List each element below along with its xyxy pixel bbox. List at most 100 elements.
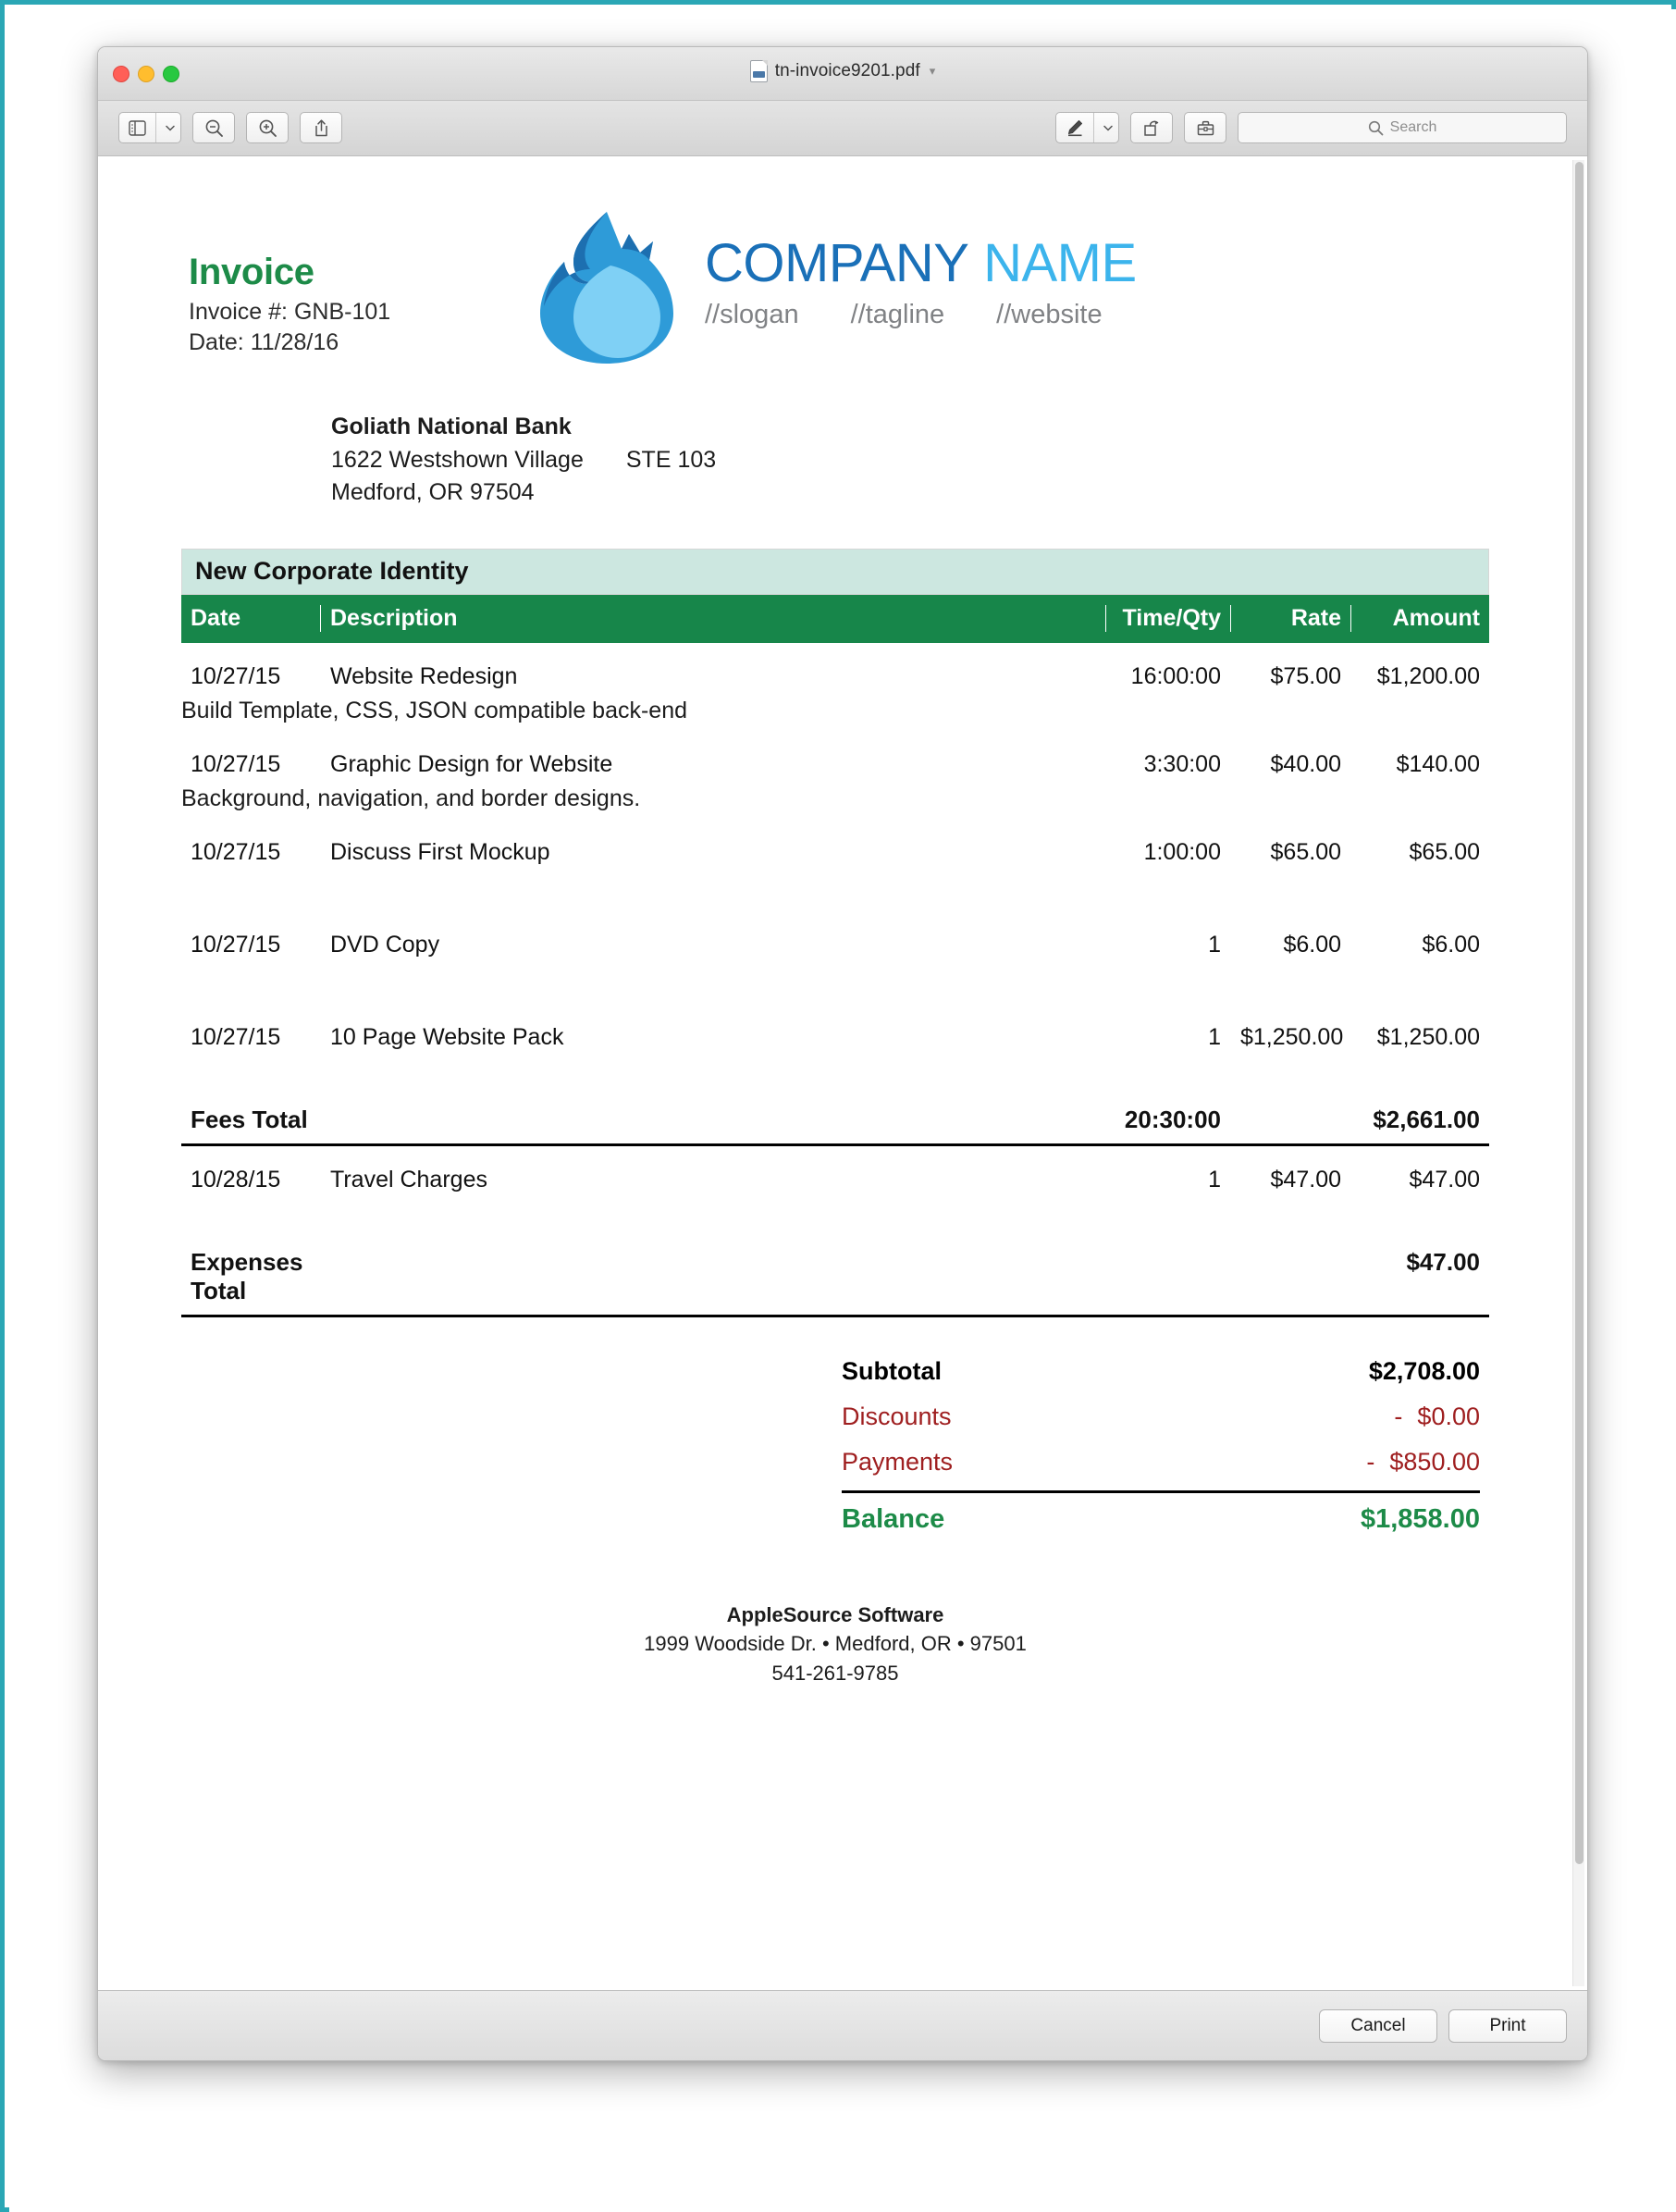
cell-description: Discuss First Mockup bbox=[320, 838, 1105, 866]
rotate-icon bbox=[1143, 119, 1158, 136]
payments-value: $850.00 bbox=[1389, 1447, 1480, 1476]
sidebar-icon[interactable] bbox=[119, 113, 156, 142]
cell-date: 10/27/15 bbox=[191, 662, 281, 689]
cell-amount: $6.00 bbox=[1350, 931, 1489, 958]
cell-rate: $6.00 bbox=[1230, 931, 1350, 958]
project-title-band: New Corporate Identity bbox=[181, 548, 1489, 595]
toolbar-left-group bbox=[118, 112, 342, 143]
rotate-button[interactable] bbox=[1130, 112, 1173, 143]
column-header-description: Description bbox=[320, 605, 1105, 632]
table-row: 10/27/15 Discuss First Mockup 1:00:00 $6… bbox=[181, 819, 1489, 911]
zoom-out-icon bbox=[205, 119, 223, 137]
zoom-in-button[interactable] bbox=[246, 112, 289, 143]
cell-time-qty: 3:30:00 bbox=[1105, 750, 1230, 778]
line-items-table: New Corporate Identity Date Description … bbox=[181, 548, 1489, 1317]
print-button[interactable]: Print bbox=[1448, 2009, 1567, 2043]
markup-pen-icon[interactable] bbox=[1056, 113, 1094, 142]
cell-description: Graphic Design for Website bbox=[320, 750, 1105, 778]
discounts-label: Discounts bbox=[842, 1402, 952, 1430]
scrollbar-thumb[interactable] bbox=[1575, 162, 1584, 1864]
cell-description: Website Redesign bbox=[320, 662, 1105, 690]
page-title: Invoice bbox=[189, 252, 314, 292]
cell-date: 10/27/15 bbox=[191, 1023, 281, 1050]
sidebar-view-button[interactable] bbox=[118, 112, 181, 143]
cell-date: 10/28/15 bbox=[191, 1166, 281, 1193]
search-input[interactable]: Search bbox=[1238, 112, 1567, 143]
toolbox-button[interactable] bbox=[1184, 112, 1226, 143]
cell-amount: $1,200.00 bbox=[1350, 662, 1489, 690]
bill-to-block: Goliath National Bank 1622 Westshown Vil… bbox=[331, 411, 1489, 510]
brand-tagline: //tagline bbox=[850, 299, 945, 329]
subtotal-label: Subtotal bbox=[842, 1356, 942, 1385]
invoice-footer: AppleSource Software 1999 Woodside Dr. •… bbox=[181, 1600, 1489, 1689]
flame-logo-icon bbox=[525, 204, 688, 367]
invoice-date: Date: 11/28/16 bbox=[189, 329, 339, 355]
table-row: 10/28/15 Travel Charges 1 $47.00 $47.00 bbox=[181, 1146, 1489, 1239]
cell-time-qty: 16:00:00 bbox=[1105, 662, 1230, 690]
chevron-down-glyph bbox=[166, 125, 175, 131]
window-titlebar[interactable]: tn-invoice9201.pdf ▾ bbox=[98, 47, 1587, 101]
zoom-in-icon bbox=[259, 119, 277, 137]
invoice-summary: Subtotal $2,708.00 Discounts - $0.00 Paym… bbox=[842, 1349, 1489, 1543]
fees-total-label: Fees Total bbox=[191, 1105, 308, 1133]
cancel-button[interactable]: Cancel bbox=[1319, 2009, 1437, 2043]
bottom-bar-buttons: Cancel Print bbox=[1319, 2009, 1567, 2043]
expenses-total-row: Expenses Total $47.00 bbox=[181, 1247, 1489, 1317]
share-button[interactable] bbox=[300, 112, 342, 143]
summary-row-subtotal: Subtotal $2,708.00 bbox=[842, 1349, 1480, 1394]
table-row: 10/27/15 DVD Copy 1 $6.00 $6.00 bbox=[181, 911, 1489, 1004]
sidebar-dropdown-chevron-down-icon[interactable] bbox=[160, 113, 180, 142]
cell-rate: $1,250.00 bbox=[1230, 1023, 1350, 1051]
column-header-time-qty: Time/Qty bbox=[1105, 605, 1230, 632]
sidebar-glyph bbox=[129, 119, 146, 136]
brand-block: COMPANY NAME //slogan //tagline //websit… bbox=[705, 236, 1137, 336]
cell-rate: $40.00 bbox=[1230, 750, 1350, 778]
search-placeholder: Search bbox=[1389, 119, 1437, 135]
window-bottom-bar: Cancel Print bbox=[98, 1990, 1587, 2060]
markup-dropdown-chevron-down-icon[interactable] bbox=[1098, 113, 1118, 142]
preview-toolbar: Search bbox=[98, 101, 1587, 156]
cell-subdescription: Background, navigation, and border desig… bbox=[181, 785, 641, 811]
fees-total-row: Fees Total 20:30:00 $2,661.00 bbox=[181, 1105, 1489, 1146]
cell-time-qty: 1 bbox=[1105, 1023, 1230, 1051]
preview-window: tn-invoice9201.pdf ▾ Search Invoice Invo… bbox=[97, 46, 1588, 2061]
summary-row-discounts: Discounts - $0.00 bbox=[842, 1394, 1480, 1440]
fees-total-amount: $2,661.00 bbox=[1350, 1105, 1489, 1134]
brand-taglines: //slogan //tagline //website bbox=[705, 300, 1137, 330]
bill-to-name: Goliath National Bank bbox=[331, 414, 572, 439]
cell-rate: $75.00 bbox=[1230, 662, 1350, 690]
column-header-date: Date bbox=[191, 605, 241, 631]
document-scrollbar[interactable] bbox=[1572, 160, 1584, 1986]
brand-website: //website bbox=[996, 299, 1103, 329]
company-logo-block: COMPANY NAME //slogan //tagline //websit… bbox=[525, 204, 1137, 367]
column-header-rate: Rate bbox=[1230, 605, 1350, 632]
company-name-part2: NAME bbox=[983, 232, 1137, 293]
cell-amount: $65.00 bbox=[1350, 838, 1489, 866]
pdf-document-area[interactable]: Invoice Invoice #: GNB-101 Date: 11/28/1… bbox=[98, 156, 1587, 1990]
table-row: 10/27/15 Graphic Design for Website 3:30… bbox=[181, 731, 1489, 819]
footer-address: 1999 Woodside Dr. • Medford, OR • 97501 bbox=[644, 1632, 1027, 1656]
company-name: COMPANY NAME bbox=[705, 236, 1137, 290]
summary-row-balance: Balance $1,858.00 bbox=[842, 1493, 1480, 1543]
balance-label: Balance bbox=[842, 1503, 945, 1534]
bill-to-street: 1622 Westshown Village bbox=[331, 446, 584, 473]
window-title: tn-invoice9201.pdf bbox=[774, 61, 920, 80]
window-title-group[interactable]: tn-invoice9201.pdf ▾ bbox=[98, 60, 1587, 82]
payments-label: Payments bbox=[842, 1447, 954, 1476]
markup-pen-glyph bbox=[1068, 120, 1082, 137]
cell-amount: $1,250.00 bbox=[1350, 1023, 1489, 1051]
invoice-number: Invoice #: GNB-101 bbox=[189, 299, 391, 325]
expenses-total-amount: $47.00 bbox=[1350, 1247, 1489, 1277]
zoom-out-button[interactable] bbox=[192, 112, 235, 143]
screenshot-frame: tn-invoice9201.pdf ▾ Search Invoice Invo… bbox=[0, 0, 1676, 2212]
table-header-row: Date Description Time/Qty Rate Amount bbox=[181, 594, 1489, 643]
markup-toolbar-button[interactable] bbox=[1055, 112, 1119, 143]
cell-rate: $65.00 bbox=[1230, 838, 1350, 866]
search-icon bbox=[1368, 120, 1384, 135]
cell-description: DVD Copy bbox=[320, 931, 1105, 958]
footer-phone: 541-261-9785 bbox=[771, 1662, 899, 1686]
chevron-down-icon[interactable]: ▾ bbox=[930, 64, 936, 79]
chevron-down-glyph bbox=[1103, 125, 1113, 131]
pdf-document-icon bbox=[749, 60, 768, 82]
cell-amount: $140.00 bbox=[1350, 750, 1489, 778]
